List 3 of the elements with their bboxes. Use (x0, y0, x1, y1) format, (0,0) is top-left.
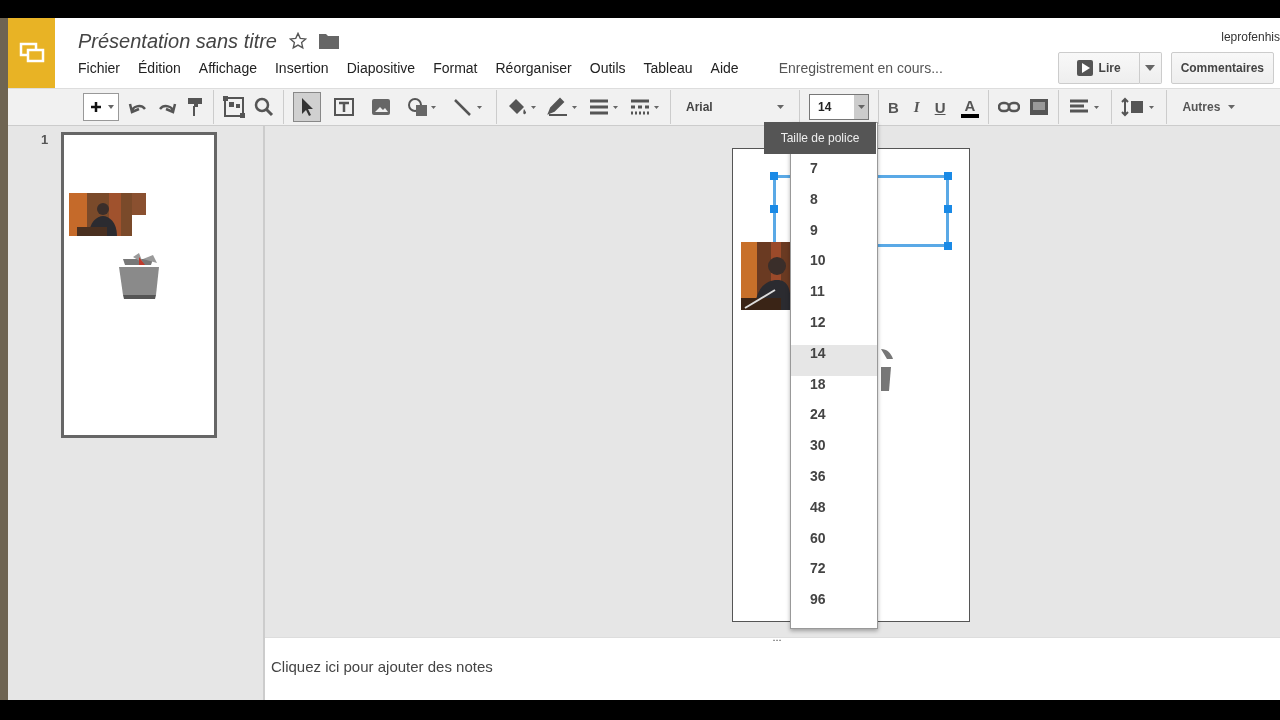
tooltip: Taille de police (764, 122, 876, 154)
save-status: Enregistrement en cours... (778, 60, 943, 76)
slide-number: 1 (41, 132, 50, 149)
